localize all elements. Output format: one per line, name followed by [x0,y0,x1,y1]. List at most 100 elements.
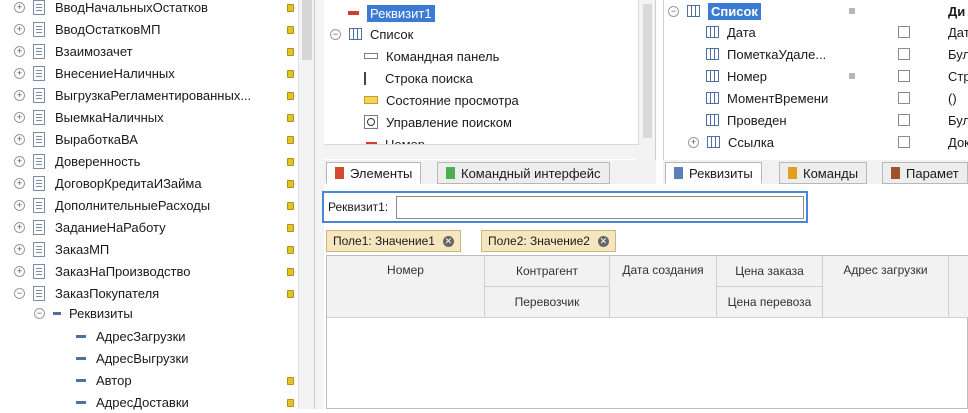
tree-item[interactable]: + ДоговорКредитаИЗайма [14,172,202,194]
attr-row[interactable]: МоментВремени [706,87,828,109]
tree-item[interactable]: + ВыемкаНаличных [14,106,164,128]
tree-item-requisites[interactable]: − Реквизиты [34,302,133,324]
lock-icon [287,70,294,78]
tab-label: Парамет [906,165,959,181]
lock-icon [287,48,294,56]
expand-icon[interactable]: + [14,221,25,233]
expand-icon[interactable]: + [14,23,25,35]
tree-item-label: Список [708,2,761,20]
form-item[interactable]: Управление поиском [364,111,512,133]
tree-item[interactable]: + ЗаказМП [14,238,109,260]
tab-elements[interactable]: Элементы [326,162,422,184]
tree-item[interactable]: + Доверенность [14,150,140,172]
column-header-extra[interactable] [949,256,968,318]
filter-chip[interactable]: Поле1: Значение1 ✕ [326,230,461,252]
tree-item[interactable]: + ВводОстатковМП [14,18,160,40]
attr-row[interactable]: ПометкаУдале... [706,43,826,65]
expand-icon[interactable]: + [688,136,699,148]
attr-name: Номер [727,68,768,84]
tab-commands[interactable]: Команды [779,162,868,184]
tree-item[interactable]: + ВыгрузкаРегламентированных... [14,84,251,106]
horizontal-scrollbar[interactable] [324,144,639,159]
scrollbar-thumb[interactable] [302,0,312,60]
tree-item[interactable]: АдресЗагрузки [76,325,186,347]
close-icon[interactable]: ✕ [597,235,609,247]
tab-label: Команды [803,165,859,181]
collapse-icon[interactable]: − [330,28,341,40]
column-header-transport-price[interactable]: Цена перевоза [717,287,823,318]
expand-icon[interactable]: + [14,111,25,123]
form-elements-tree[interactable]: Реквизит1 − Список Командная панель Стро… [324,0,656,160]
form-item[interactable]: Состояние просмотра [364,89,519,111]
table-icon [706,26,719,38]
document-icon [33,285,45,301]
tree-item[interactable]: + ЗаказНаПроизводство [14,260,190,282]
expand-icon[interactable]: + [14,133,25,145]
collapse-icon[interactable]: − [14,287,25,299]
tree-item[interactable]: + ВводНачальныхОстатков [14,0,208,18]
expand-icon[interactable]: + [14,1,25,13]
form-item-selected[interactable]: Реквизит1 [348,2,435,24]
command-interface-icon [446,167,455,179]
form-tree-scrollbar[interactable] [638,0,655,160]
column-header-order-price[interactable]: Цена заказа [717,256,823,287]
requisite1-input[interactable] [396,196,804,219]
tree-item[interactable]: АдресДоставки [76,391,189,413]
attr-row[interactable]: Номер [706,65,767,87]
use-checkbox[interactable] [898,92,910,104]
attr-root[interactable]: − Список [668,0,761,22]
form-item[interactable]: Командная панель [364,45,499,67]
use-checkbox[interactable] [898,136,910,148]
close-icon[interactable]: ✕ [442,235,454,247]
filter-chip[interactable]: Поле2: Значение2 ✕ [481,230,616,252]
list-table[interactable]: Номер Контрагент Перевозчик Дата создани… [326,255,968,409]
attr-row[interactable]: Проведен [706,109,787,131]
tree-item-label: ВыгрузкаРегламентированных... [55,87,252,103]
tree-item-label: Автор [96,372,132,388]
expand-icon[interactable]: + [14,177,25,189]
expand-icon[interactable]: + [14,67,25,79]
expand-icon[interactable]: + [14,45,25,57]
form-item[interactable]: Строка поиска [364,67,473,89]
configuration-tree[interactable]: + ВводНачальныхОстатков + ВводОстатковМП… [0,0,298,410]
search-control-icon [364,115,378,129]
tree-item[interactable]: + ВыработкаВА [14,128,138,150]
tree-item-label: Состояние просмотра [386,92,519,108]
tree-item[interactable]: + ДополнительныеРасходы [14,194,210,216]
use-checkbox[interactable] [898,70,910,82]
tree-item[interactable]: + Взаимозачет [14,40,133,62]
tab-requisites[interactable]: Реквизиты [665,162,762,184]
tree-item-label: Доверенность [55,153,141,169]
expand-icon[interactable]: + [14,155,25,167]
tree-item[interactable]: Автор [76,369,132,391]
tree-item[interactable]: + ЗаданиеНаРаботу [14,216,166,238]
attributes-tree[interactable]: − Список Ди Дата ПометкаУдале... Номер М… [663,0,968,160]
expand-icon[interactable]: + [14,265,25,277]
tree-scrollbar[interactable] [298,0,314,409]
collapse-icon[interactable]: − [668,5,679,17]
tree-item-label: АдресВыгрузки [96,350,189,366]
column-header: Ди [948,3,966,19]
expand-icon[interactable]: + [14,243,25,255]
expand-icon[interactable]: + [14,89,25,101]
scrollbar-thumb[interactable] [643,4,652,138]
use-checkbox[interactable] [898,114,910,126]
attr-row[interactable]: Дата [706,21,756,43]
attr-row[interactable]: + Ссылка [688,131,774,153]
column-header-load-address[interactable]: Адрес загрузки [823,256,949,318]
tab-command-interface[interactable]: Командный интерфейс [437,162,610,184]
expand-icon[interactable]: + [14,199,25,211]
tab-parameters[interactable]: Парамет [882,162,968,184]
column-header-created-date[interactable]: Дата создания [610,256,717,318]
column-header-number[interactable]: Номер [327,256,485,318]
view-state-icon [364,96,378,104]
column-header-counterparty[interactable]: Контрагент [485,256,610,287]
use-checkbox[interactable] [898,26,910,38]
collapse-icon[interactable]: − [34,307,45,319]
tree-item[interactable]: АдресВыгрузки [76,347,188,369]
form-item-list[interactable]: − Список [330,23,413,45]
tree-item[interactable]: − ЗаказПокупателя [14,282,159,304]
tree-item[interactable]: + ВнесениеНаличных [14,62,175,84]
column-header-carrier[interactable]: Перевозчик [485,287,610,318]
use-checkbox[interactable] [898,48,910,60]
